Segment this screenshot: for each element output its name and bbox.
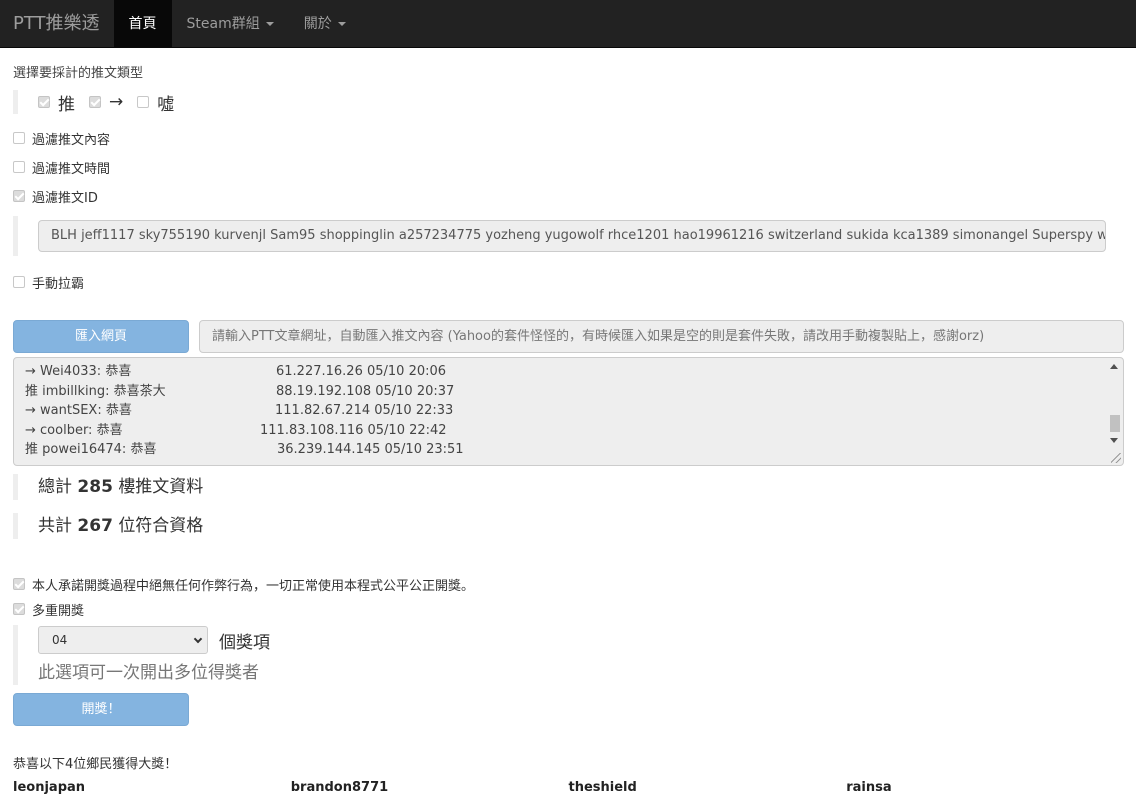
scroll-up-arrow-icon[interactable] — [1110, 364, 1118, 369]
scroll-thumb[interactable] — [1110, 415, 1120, 432]
comment-line: → coolber: 恭喜 111.83.108.116 05/10 22:42 — [14, 421, 1123, 441]
filter-time-checkbox[interactable] — [13, 161, 25, 173]
multi-draw-label: 多重開獎 — [32, 603, 85, 619]
draw-button[interactable]: 開獎！ — [13, 693, 189, 726]
total-suffix: 樓推文資料 — [118, 477, 204, 497]
type-boo-checkbox[interactable] — [137, 96, 150, 108]
import-page-button[interactable]: 匯入網頁 — [13, 319, 189, 353]
type-section-title: 選擇要採計的推文類型 — [13, 66, 144, 81]
total-comments-stat: 總計 285 樓推文資料 — [13, 474, 1124, 500]
promise-checkbox[interactable] — [13, 578, 25, 590]
prize-count-select[interactable]: 04 — [38, 626, 208, 654]
caret-down-icon — [265, 22, 274, 26]
winner-name: rainsa — [846, 780, 892, 795]
main-content: 選擇要採計的推文類型 推 → 噓 過濾推文內容 過濾推文時間 過濾推文ID BL… — [0, 65, 1136, 798]
prize-hint: 此選項可一次開出多位得獎者 — [38, 663, 259, 683]
filter-content-row: 過濾推文內容 — [13, 128, 1124, 148]
eligible-stat: 共計 267 位符合資格 — [13, 513, 1124, 539]
comment-meta: 111.83.108.116 05/10 22:42 — [260, 422, 447, 438]
winner-name: brandon8771 — [290, 780, 389, 795]
chevron-down-icon — [193, 634, 203, 644]
comment-meta: 88.19.192.108 05/10 20:37 — [276, 383, 455, 399]
comment-text: 推 powei16474: 恭喜 — [25, 442, 157, 457]
manual-slot-checkbox[interactable] — [13, 276, 25, 288]
filter-id-checkbox[interactable] — [13, 190, 25, 202]
type-selector: 推 → 噓 — [13, 90, 1124, 115]
filter-id-row: 過濾推文ID — [13, 186, 1124, 206]
comment-meta: 61.227.16.26 05/10 20:06 — [276, 364, 447, 379]
nav-steam-group-label: Steam群組 — [186, 16, 260, 32]
id-filter-input[interactable]: BLH jeff1117 sky755190 kurvenjl Sam95 sh… — [38, 220, 1106, 252]
type-boo-label: 噓 — [157, 94, 175, 115]
comment-text: 推 imbillking: 恭喜茶大 — [25, 383, 166, 399]
brand-title[interactable]: PTT推樂透 — [0, 0, 114, 47]
filter-content-checkbox[interactable] — [13, 132, 25, 144]
type-push-checkbox[interactable] — [38, 96, 50, 108]
comment-meta: 36.239.144.145 05/10 23:51 — [277, 442, 464, 457]
promise-row: 本人承諾開獎過程中絕無任何作弊行為，一切正常使用本程式公平公正開獎。 — [13, 574, 1124, 594]
congrats-message: 恭喜以下4位鄉民獲得大獎！ — [13, 757, 178, 772]
comment-line: 推 powei16474: 恭喜 36.239.144.145 05/10 23:… — [14, 440, 1123, 460]
comment-text: → coolber: 恭喜 — [25, 422, 123, 438]
total-prefix: 總計 — [38, 477, 72, 497]
winner-name: theshield — [568, 780, 637, 795]
comment-line: → wantSEX: 恭喜 111.82.67.214 05/10 22:33 — [14, 401, 1123, 421]
multi-draw-checkbox[interactable] — [13, 603, 25, 615]
ptt-url-input[interactable]: 請輸入PTT文章網址，自動匯入推文內容 (Yahoo的套件怪怪的，有時候匯入如果… — [199, 319, 1124, 353]
nav-home[interactable]: 首頁 — [113, 0, 172, 47]
type-arrow-label: → — [109, 92, 124, 112]
prize-count-group: 04 個獎項 此選項可一次開出多位得獎者 — [13, 625, 1124, 685]
comment-text: → Wei4033: 恭喜 — [25, 364, 132, 379]
filter-time-row: 過濾推文時間 — [13, 157, 1124, 177]
filter-time-label: 過濾推文時間 — [32, 161, 111, 177]
promise-label: 本人承諾開獎過程中絕無任何作弊行為，一切正常使用本程式公平公正開獎。 — [32, 578, 475, 594]
comment-line: → Wei4033: 恭喜 61.227.16.26 05/10 20:06 — [14, 362, 1123, 382]
multi-draw-row: 多重開獎 — [13, 599, 1124, 619]
nav-home-label: 首頁 — [128, 16, 157, 32]
eligible-prefix: 共計 — [38, 516, 72, 536]
eligible-count: 267 — [77, 516, 113, 536]
manual-slot-row: 手動拉霸 — [13, 272, 1124, 292]
prize-count-value: 04 — [52, 633, 68, 647]
nav-about-label: 關於 — [303, 16, 332, 32]
comment-line: 推 imbillking: 恭喜茶大 88.19.192.108 05/10 20… — [14, 382, 1123, 402]
import-row: 匯入網頁 請輸入PTT文章網址，自動匯入推文內容 (Yahoo的套件怪怪的，有時… — [13, 319, 1124, 353]
nav-about-dropdown[interactable]: 關於 — [289, 0, 361, 47]
comment-meta: 111.82.67.214 05/10 22:33 — [275, 403, 454, 418]
total-count: 285 — [77, 477, 113, 497]
winners-list: leonjapan brandon8771 theshield rainsa — [13, 780, 1124, 798]
prize-unit-label: 個獎項 — [219, 632, 270, 653]
type-push-label: 推 — [58, 94, 75, 115]
eligible-suffix: 位符合資格 — [118, 516, 204, 536]
comment-text: → wantSEX: 恭喜 — [25, 403, 132, 418]
filter-id-label: 過濾推文ID — [32, 190, 98, 206]
manual-slot-label: 手動拉霸 — [32, 276, 85, 292]
winner-name: leonjapan — [13, 780, 86, 795]
type-arrow-checkbox[interactable] — [89, 96, 101, 108]
resize-handle-icon[interactable] — [1111, 453, 1121, 463]
caret-down-icon — [337, 22, 346, 26]
textarea-scrollbar[interactable] — [1106, 358, 1123, 465]
filter-content-label: 過濾推文內容 — [32, 132, 111, 148]
scroll-down-arrow-icon[interactable] — [1110, 438, 1118, 443]
navbar: PTT推樂透 首頁 Steam群組 關於 — [0, 0, 1136, 48]
nav-steam-group-dropdown[interactable]: Steam群組 — [172, 0, 289, 47]
comments-textarea[interactable]: → Wei4033: 恭喜 61.227.16.26 05/10 20:06 推 … — [13, 357, 1124, 466]
id-filter-group: BLH jeff1117 sky755190 kurvenjl Sam95 sh… — [13, 216, 1124, 256]
